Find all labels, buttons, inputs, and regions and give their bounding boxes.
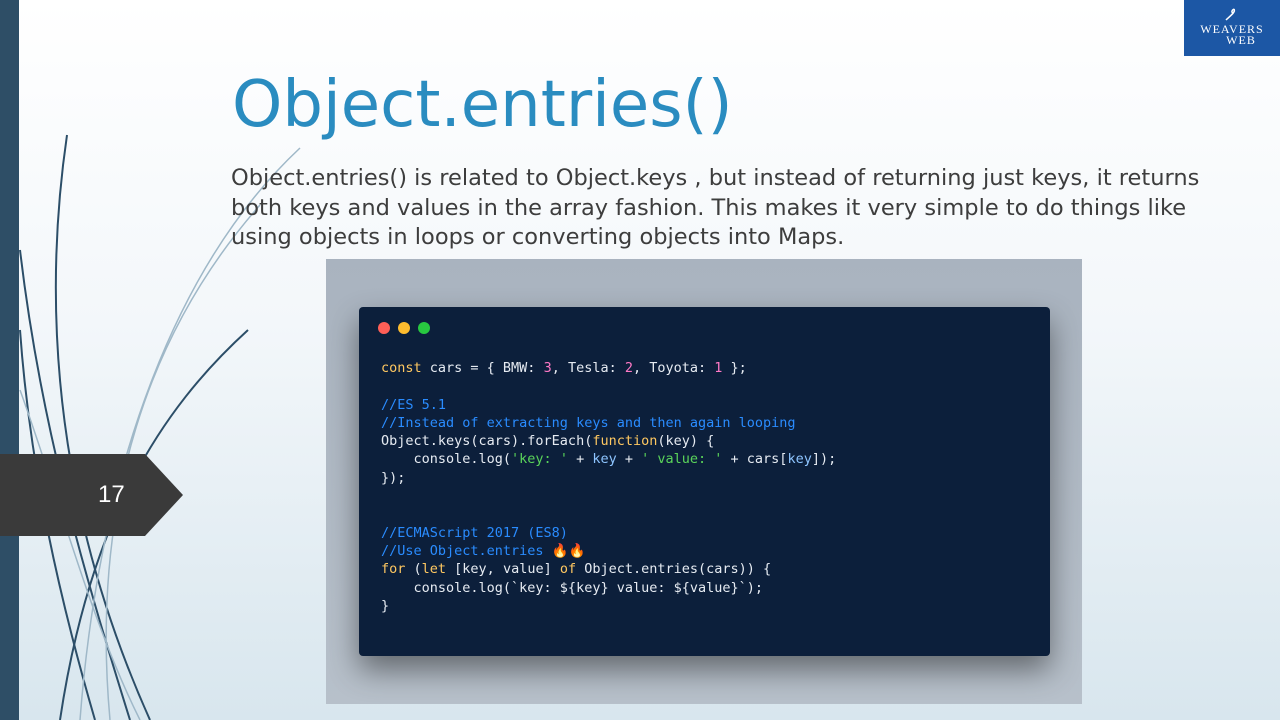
code-token: } [381, 597, 390, 614]
weavers-web-logo: WEAVERS WEB [1184, 0, 1280, 56]
code-comment: //ES 5.1 [381, 396, 447, 413]
code-token: + cars[ [722, 451, 788, 468]
window-maximize-dot [418, 322, 430, 334]
code-token: + [567, 451, 593, 468]
code-string: 'key: ' [511, 451, 568, 468]
code-token: Object.keys(cars).forEach( [381, 433, 593, 450]
code-token: + [616, 451, 642, 468]
code-token: ]); [811, 451, 837, 468]
code-token: for [381, 561, 406, 578]
code-token: of [559, 561, 577, 578]
code-comment: //ECMAScript 2017 (ES8) [381, 524, 568, 541]
window-close-dot [378, 322, 390, 334]
slide-title: Object.entries() [232, 68, 733, 142]
logo-text-line2: WEB [1226, 33, 1256, 47]
page-number: 17 [98, 481, 125, 508]
code-token: (key) { [657, 433, 715, 450]
slide-description: Object.entries() is related to Object.ke… [231, 165, 1200, 250]
code-token: ( [405, 561, 422, 578]
code-token: console.log( [381, 451, 512, 468]
code-window: const cars = { BMW: 3, Tesla: 2, Toyota:… [359, 307, 1050, 656]
code-token: cars = { BMW: [421, 360, 544, 376]
code-string: ' value: ' [641, 451, 723, 468]
window-minimize-dot [398, 322, 410, 334]
code-token: , Tesla: [551, 360, 625, 376]
code-token: 3 [543, 360, 552, 376]
code-token: 2 [624, 360, 633, 376]
logo-swirl-icon [1225, 8, 1236, 21]
code-token: [key, value] [446, 561, 560, 578]
code-screenshot-frame: const cars = { BMW: 3, Tesla: 2, Toyota:… [326, 259, 1082, 704]
code-token: const [381, 360, 422, 376]
code-token: , Toyota: [633, 360, 715, 376]
code-token: Object.entries(cars)) { [576, 561, 772, 578]
code-token: }; [722, 360, 747, 376]
code-comment: //Instead of extracting keys and then ag… [381, 414, 796, 431]
code-comment: //Use Object.entries 🔥🔥 [381, 542, 586, 559]
code-token: let [421, 561, 447, 578]
code-token: key [592, 451, 617, 468]
code-token: }); [381, 469, 406, 486]
code-token: key [787, 451, 812, 468]
slide-number-badge: 17 [0, 454, 183, 536]
code-token: console.log(`key: ${key} value: ${value}… [381, 579, 764, 596]
code-token: function [592, 433, 658, 450]
code-block: const cars = { BMW: 3, Tesla: 2, Toyota:… [381, 359, 836, 615]
